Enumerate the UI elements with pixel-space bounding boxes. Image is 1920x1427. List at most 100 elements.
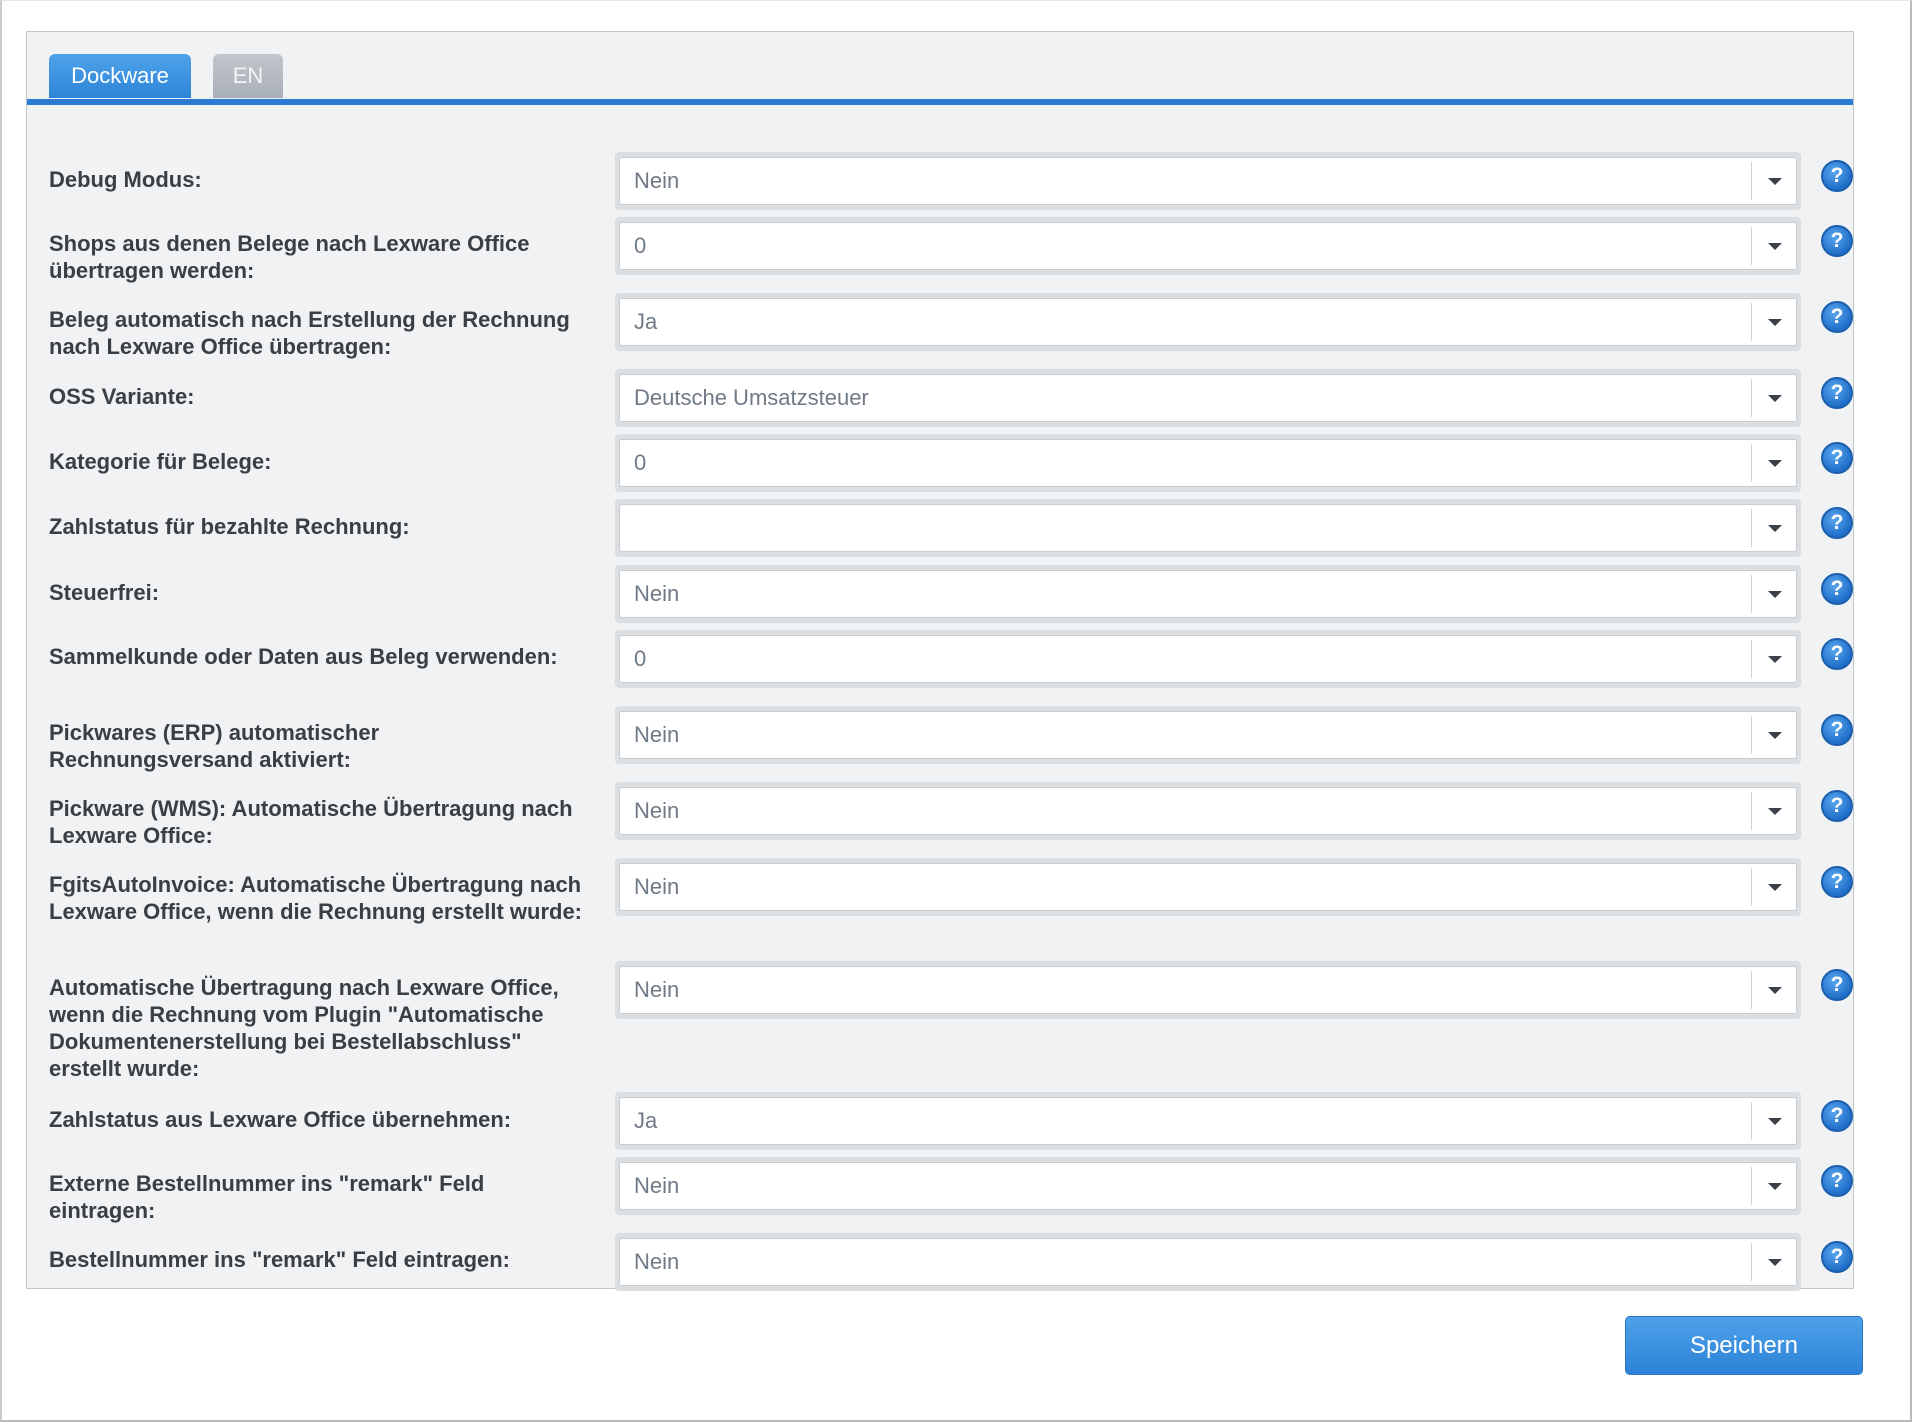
help-icon[interactable]: ? (1821, 790, 1853, 822)
kategorie-select[interactable]: 0 (619, 439, 1797, 487)
setting-label: Pickwares (ERP) automatischer Rechnungsv… (49, 720, 380, 772)
chevron-down-icon[interactable] (1768, 178, 1782, 185)
bestellnummer-select[interactable]: Nein (619, 1238, 1797, 1286)
chevron-down-icon[interactable] (1768, 987, 1782, 994)
tab-en[interactable]: EN (213, 54, 283, 98)
shops-select[interactable]: 0 (619, 222, 1797, 270)
select-frame: Nein (615, 565, 1801, 623)
select-frame: Nein (615, 1233, 1801, 1291)
settings-panel: Dockware EN Debug Modus: Nein ? Shops au… (26, 31, 1854, 1291)
select-frame: 0 (615, 434, 1801, 492)
pickware-wms-select[interactable]: Nein (619, 787, 1797, 835)
chevron-down-icon[interactable] (1768, 808, 1782, 815)
chevron-down-icon[interactable] (1768, 732, 1782, 739)
help-icon[interactable]: ? (1821, 638, 1853, 670)
select-value: 0 (634, 233, 647, 258)
setting-label: Sammelkunde oder Daten aus Beleg verwend… (49, 644, 558, 669)
chevron-down-icon[interactable] (1768, 591, 1782, 598)
help-icon[interactable]: ? (1821, 573, 1853, 605)
setting-label: FgitsAutoInvoice: Automatische Übertragu… (49, 872, 583, 924)
save-button[interactable]: Speichern (1625, 1316, 1863, 1375)
tab-underline (27, 99, 1853, 105)
chevron-down-icon[interactable] (1768, 243, 1782, 250)
select-divider (1751, 162, 1752, 200)
dokumentenerstellung-select[interactable]: Nein (619, 966, 1797, 1014)
help-icon[interactable]: ? (1821, 301, 1853, 333)
select-divider (1751, 303, 1752, 341)
zahlstatus-bezahlt-select[interactable] (619, 504, 1797, 552)
select-frame: Nein (615, 706, 1801, 764)
window-frame: Dockware EN Debug Modus: Nein ? Shops au… (0, 0, 1912, 1422)
help-icon[interactable]: ? (1821, 714, 1853, 746)
select-value: Nein (634, 581, 680, 606)
debug-modus-select[interactable]: Nein (619, 157, 1797, 205)
chevron-down-icon[interactable] (1768, 395, 1782, 402)
setting-label: Debug Modus: (49, 167, 202, 192)
zahlstatus-uebernehmen-select[interactable]: Ja (619, 1097, 1797, 1145)
select-value: Nein (634, 977, 680, 1002)
beleg-automatisch-select[interactable]: Ja (619, 298, 1797, 346)
chevron-down-icon[interactable] (1768, 1183, 1782, 1190)
help-icon[interactable]: ? (1821, 1241, 1853, 1273)
select-divider (1751, 509, 1752, 547)
help-icon[interactable]: ? (1821, 160, 1853, 192)
select-frame: 0 (615, 630, 1801, 688)
pickwares-erp-select[interactable]: Nein (619, 711, 1797, 759)
select-divider (1751, 868, 1752, 906)
setting-label: Externe Bestellnummer ins "remark" Feld … (49, 1171, 485, 1223)
setting-label: Steuerfrei: (49, 580, 160, 605)
help-icon[interactable]: ? (1821, 866, 1853, 898)
chevron-down-icon[interactable] (1768, 884, 1782, 891)
select-frame: Nein (615, 782, 1801, 840)
help-icon[interactable]: ? (1821, 969, 1853, 1001)
select-divider (1751, 1167, 1752, 1205)
select-frame: Ja (615, 1092, 1801, 1150)
setting-label: Beleg automatisch nach Erstellung der Re… (49, 307, 570, 359)
select-value: Ja (634, 309, 658, 334)
select-divider (1751, 1102, 1752, 1140)
select-divider (1751, 575, 1752, 613)
tab-dockware[interactable]: Dockware (49, 54, 191, 98)
shop-tabs: Dockware EN (49, 54, 305, 98)
steuerfrei-select[interactable]: Nein (619, 570, 1797, 618)
select-value: 0 (634, 646, 647, 671)
setting-label: Bestellnummer ins "remark" Feld eintrage… (49, 1247, 511, 1272)
help-icon[interactable]: ? (1821, 225, 1853, 257)
select-divider (1751, 444, 1752, 482)
sammelkunde-select[interactable]: 0 (619, 635, 1797, 683)
help-icon[interactable]: ? (1821, 377, 1853, 409)
select-divider (1751, 227, 1752, 265)
select-divider (1751, 640, 1752, 678)
select-value: Nein (634, 1249, 680, 1274)
externe-bestellnummer-select[interactable]: Nein (619, 1162, 1797, 1210)
select-value: Nein (634, 874, 680, 899)
fgits-autoinvoice-select[interactable]: Nein (619, 863, 1797, 911)
oss-variante-select[interactable]: Deutsche Umsatzsteuer (619, 374, 1797, 422)
setting-label: Zahlstatus aus Lexware Office übernehmen… (49, 1107, 512, 1132)
chevron-down-icon[interactable] (1768, 525, 1782, 532)
select-value: Nein (634, 798, 680, 823)
select-frame: Nein (615, 152, 1801, 210)
help-icon[interactable]: ? (1821, 507, 1853, 539)
select-frame: Deutsche Umsatzsteuer (615, 369, 1801, 427)
setting-label: Shops aus denen Belege nach Lexware Offi… (49, 231, 530, 283)
select-value: Ja (634, 1108, 658, 1133)
chevron-down-icon[interactable] (1768, 319, 1782, 326)
select-frame (615, 499, 1801, 557)
select-frame: Nein (615, 858, 1801, 916)
setting-label: Zahlstatus für bezahlte Rechnung: (49, 514, 410, 539)
setting-label: Kategorie für Belege: (49, 449, 272, 474)
chevron-down-icon[interactable] (1768, 1259, 1782, 1266)
chevron-down-icon[interactable] (1768, 460, 1782, 467)
help-icon[interactable]: ? (1821, 1100, 1853, 1132)
select-value: Nein (634, 722, 680, 747)
select-frame: Nein (615, 961, 1801, 1019)
select-divider (1751, 971, 1752, 1009)
select-divider (1751, 792, 1752, 830)
select-value: Nein (634, 1173, 680, 1198)
help-icon[interactable]: ? (1821, 442, 1853, 474)
chevron-down-icon[interactable] (1768, 1118, 1782, 1125)
chevron-down-icon[interactable] (1768, 656, 1782, 663)
help-icon[interactable]: ? (1821, 1165, 1853, 1197)
select-divider (1751, 716, 1752, 754)
